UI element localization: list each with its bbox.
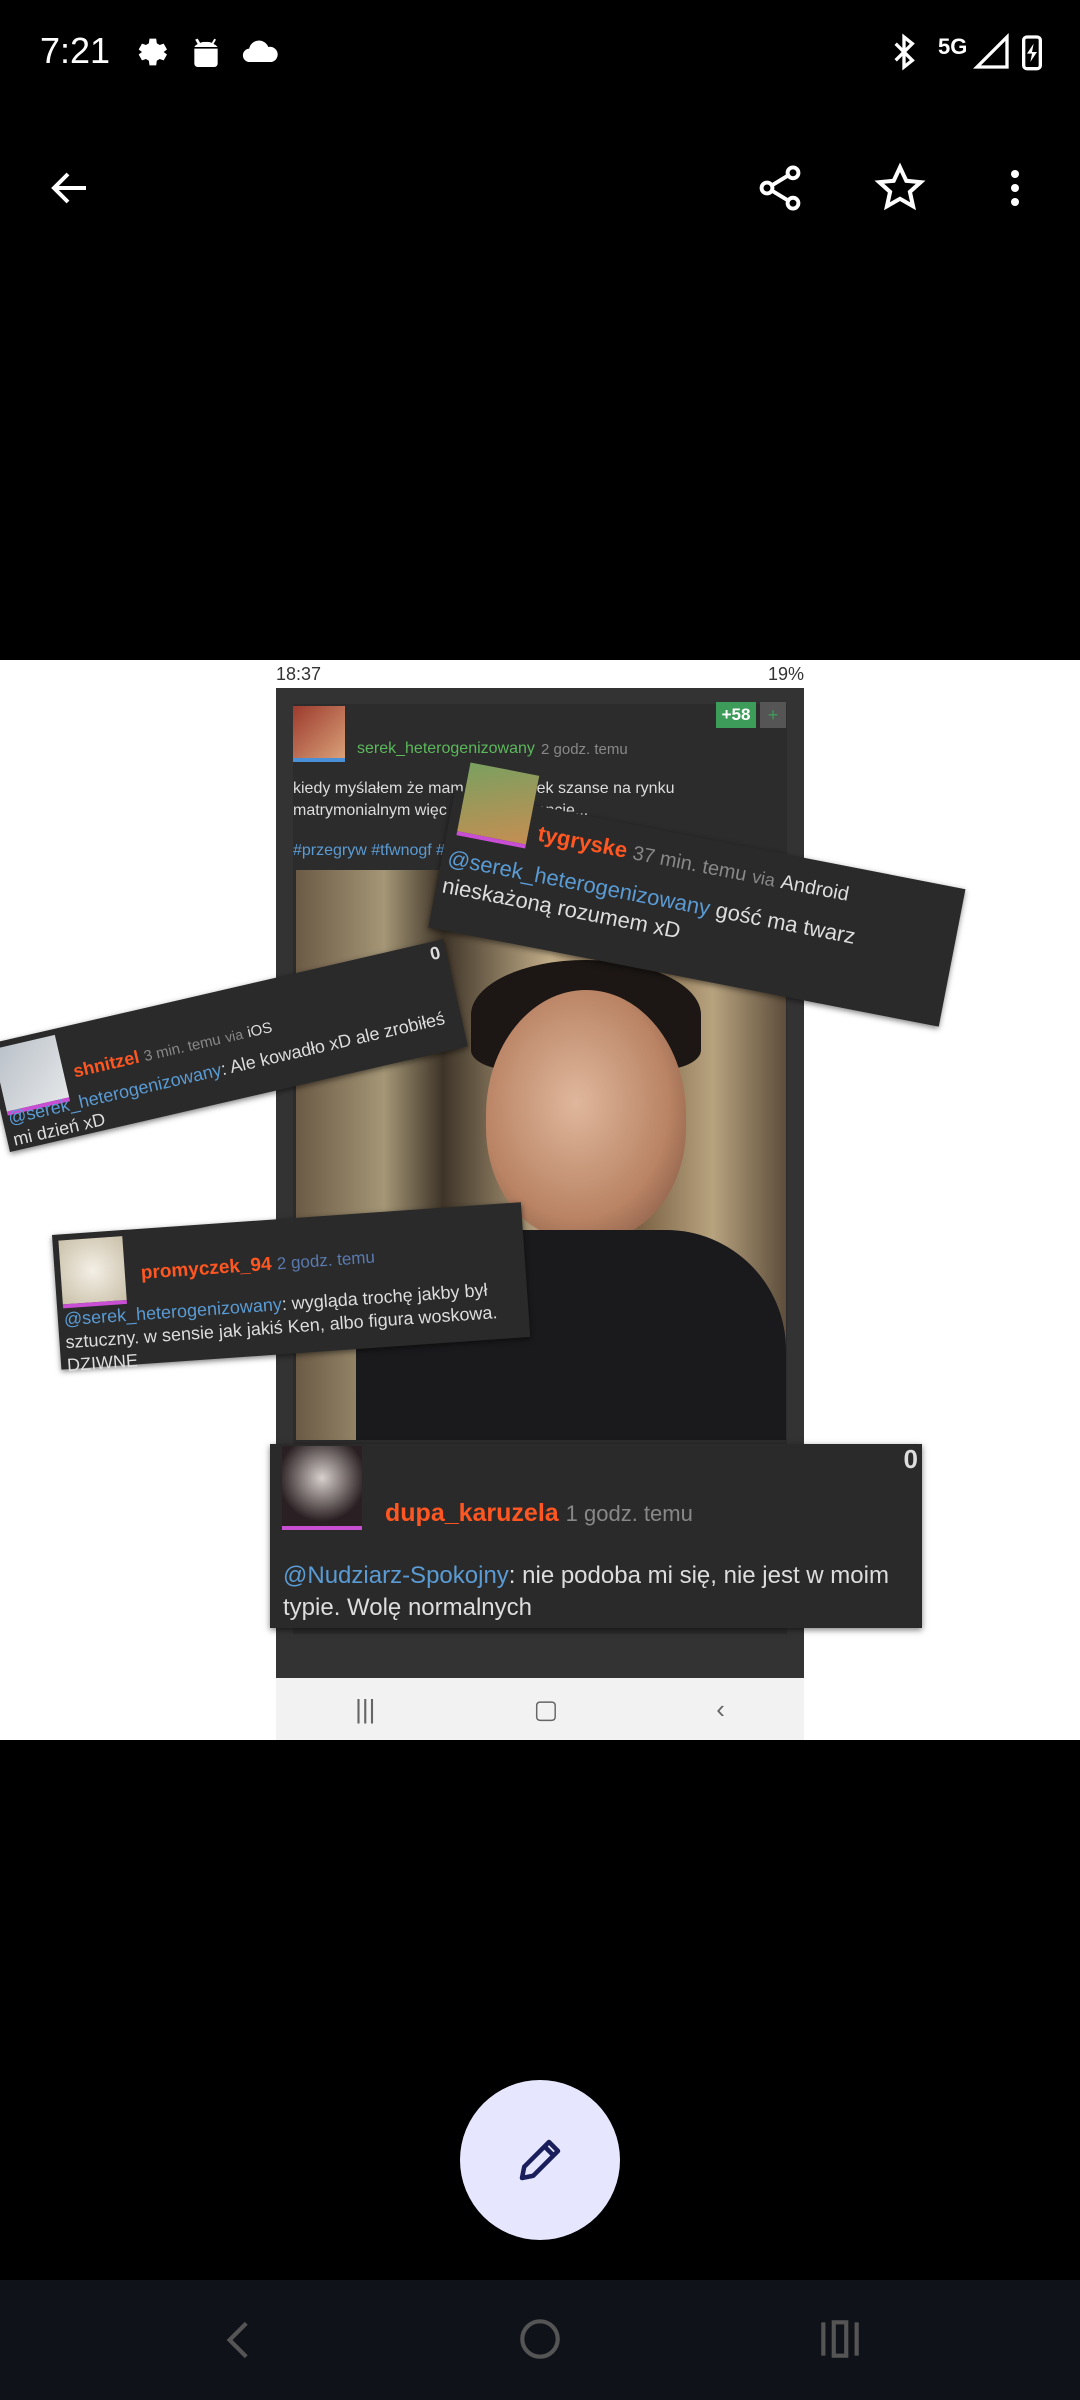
image-viewer[interactable]: 18:37 19% serek_heterogenizowany 2 godz.… [0, 660, 1080, 1740]
inner-status-bar: 18:37 19% [276, 660, 804, 688]
inner-recents-icon: ||| [355, 1693, 376, 1724]
favorite-button[interactable] [860, 148, 940, 228]
share-button[interactable] [740, 148, 820, 228]
status-time: 7:21 [40, 30, 111, 71]
nav-back-icon[interactable] [215, 2310, 265, 2370]
comment-username[interactable]: dupa_karuzela [385, 1499, 559, 1527]
signal-icon [972, 32, 1009, 69]
more-options-button[interactable] [975, 148, 1055, 228]
comment-via-label: via [223, 1025, 245, 1046]
inner-nav-bar: ||| ▢ ‹ [276, 1678, 804, 1740]
comment-card-dupa-karuzela: 0 dupa_karuzela 1 godz. temu @Nudziarz-S… [270, 1444, 922, 1628]
post-time: 2 godz. temu [541, 741, 628, 758]
share-icon [759, 165, 801, 211]
comment-time: 1 godz. temu [565, 1501, 693, 1526]
battery-charging-icon [1022, 35, 1042, 71]
back-arrow-icon [51, 172, 86, 204]
upvote-button[interactable]: + [760, 702, 786, 728]
post-username[interactable]: serek_heterogenizowany [357, 740, 535, 758]
comment-time: 2 godz. temu [276, 1247, 376, 1274]
nav-recents-icon[interactable] [815, 2314, 865, 2364]
bluetooth-icon [894, 33, 915, 71]
comment-avatar [456, 762, 540, 849]
cloud-icon [242, 40, 278, 63]
status-bar: 7:21 5G [0, 0, 1080, 110]
nav-home-icon[interactable] [515, 2314, 565, 2364]
back-button[interactable] [30, 148, 110, 228]
more-icon [1011, 170, 1019, 206]
comment-username[interactable]: tygryske [536, 821, 630, 863]
comment-via-label: via [750, 866, 777, 891]
post-tags[interactable]: #przegryw #tfwnogf #st [293, 840, 458, 862]
vote-count: +58 [716, 702, 756, 728]
system-nav-bar [0, 2280, 1080, 2400]
edit-button[interactable] [460, 2080, 620, 2240]
inner-battery: 19% [767, 663, 804, 684]
comment-via: iOS [245, 1019, 274, 1042]
comment-time: 37 min. temu [630, 842, 749, 886]
network-type: 5G [938, 34, 968, 59]
comment-score: 0 [428, 942, 443, 965]
inner-home-icon: ▢ [533, 1693, 559, 1724]
post-avatar [293, 706, 345, 762]
comment-via: Android [778, 871, 851, 906]
inner-back-icon: ‹ [716, 1693, 725, 1724]
comment-username[interactable]: promyczek_94 [140, 1254, 272, 1284]
star-icon [874, 162, 926, 211]
comment-username[interactable]: shnitzel [71, 1047, 141, 1082]
comment-card-promyczek: promyczek_94 2 godz. temu @serek_heterog… [52, 1202, 531, 1375]
edit-pencil-icon [519, 2139, 561, 2181]
comment-avatar [58, 1236, 127, 1309]
comment-mention[interactable]: @Nudziarz-Spokojny [283, 1562, 509, 1589]
android-debug-icon [194, 38, 218, 67]
comment-avatar [282, 1446, 362, 1530]
settings-icon [138, 38, 167, 66]
comment-score: 0 [903, 1444, 918, 1474]
inner-time: 18:37 [276, 663, 322, 684]
